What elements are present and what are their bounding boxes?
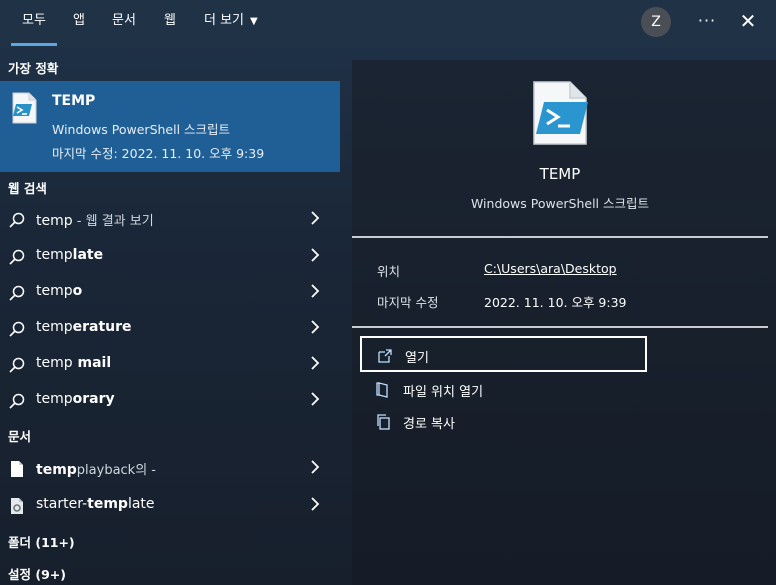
chevron-right-icon	[311, 392, 320, 406]
folder-open-icon	[376, 382, 388, 398]
web-result-3[interactable]: temperature	[0, 311, 340, 345]
best-match-type: Windows PowerShell 스크립트	[52, 122, 231, 137]
copy-icon	[377, 414, 390, 430]
section-settings[interactable]: 설정 (9+)	[8, 564, 66, 583]
web-result-0[interactable]: temp - 웹 결과 보기	[0, 202, 340, 236]
tab-all[interactable]: 모두	[11, 0, 57, 46]
powershell-script-icon	[12, 92, 37, 124]
location-link[interactable]: C:\Users\ara\Desktop	[484, 261, 617, 276]
chevron-right-icon	[311, 248, 320, 262]
best-match-modified: 마지막 수정: 2022. 11. 10. 오후 9:39	[52, 146, 265, 161]
search-icon	[9, 357, 25, 373]
web-result-2[interactable]: tempo	[0, 275, 340, 309]
modified-label: 마지막 수정	[377, 295, 439, 310]
document-icon	[11, 461, 23, 477]
divider	[352, 326, 768, 328]
web-result-5[interactable]: temporary	[0, 383, 340, 417]
search-icon	[9, 212, 25, 228]
avatar[interactable]: Z	[641, 7, 671, 37]
web-result-1[interactable]: template	[0, 239, 340, 273]
chevron-right-icon	[311, 320, 320, 334]
section-web-search: 웹 검색	[8, 181, 47, 196]
chevron-right-icon	[311, 497, 320, 511]
chevron-right-icon	[311, 460, 320, 474]
open-button[interactable]: 열기	[360, 336, 647, 372]
document-result-1[interactable]: starter-template	[0, 488, 340, 522]
detail-panel: TEMP Windows PowerShell 스크립트 위치 C:\Users…	[352, 60, 776, 585]
chevron-right-icon	[311, 284, 320, 298]
modified-value: 2022. 11. 10. 오후 9:39	[484, 295, 627, 310]
divider	[352, 236, 768, 238]
tab-web[interactable]: 웹	[164, 0, 176, 46]
detail-subtitle: Windows PowerShell 스크립트	[470, 196, 650, 211]
section-documents: 문서	[8, 429, 32, 444]
document-result-0[interactable]: tempplayback의 -	[0, 451, 340, 485]
chevron-right-icon	[311, 211, 320, 225]
section-best-match: 가장 정확	[8, 61, 59, 76]
best-match-item[interactable]: TEMP Windows PowerShell 스크립트 마지막 수정: 202…	[0, 81, 340, 172]
search-icon	[9, 393, 25, 409]
location-label: 위치	[377, 264, 401, 279]
close-button[interactable]: ✕	[736, 7, 760, 37]
search-icon	[9, 285, 25, 301]
tab-apps[interactable]: 앱	[73, 0, 85, 46]
more-options-button[interactable]: ···	[696, 7, 718, 37]
tab-more[interactable]: 더 보기 ▼	[204, 0, 258, 46]
detail-title: TEMP	[539, 165, 581, 183]
open-external-icon	[378, 349, 392, 363]
search-window: 모두 앱 문서 웹 더 보기 ▼ Z ··· ✕ 가장 정확 TEMP Windo…	[0, 0, 776, 585]
caret-down-icon: ▼	[250, 16, 258, 27]
document-gear-icon	[11, 498, 23, 514]
web-result-4[interactable]: temp mail	[0, 347, 340, 381]
powershell-script-icon	[533, 81, 588, 145]
section-folders[interactable]: 폴더 (11+)	[8, 532, 75, 551]
search-icon	[9, 249, 25, 265]
open-file-location-button[interactable]: 파일 위치 열기	[360, 372, 647, 408]
top-bar: 모두 앱 문서 웹 더 보기 ▼ Z ··· ✕	[0, 0, 776, 48]
chevron-right-icon	[311, 356, 320, 370]
tab-documents[interactable]: 문서	[112, 0, 136, 46]
results-list: 가장 정확 TEMP Windows PowerShell 스크립트 마지막 수…	[0, 48, 340, 585]
best-match-title: TEMP	[52, 93, 96, 109]
copy-path-button[interactable]: 경로 복사	[360, 404, 647, 440]
search-icon	[9, 321, 25, 337]
